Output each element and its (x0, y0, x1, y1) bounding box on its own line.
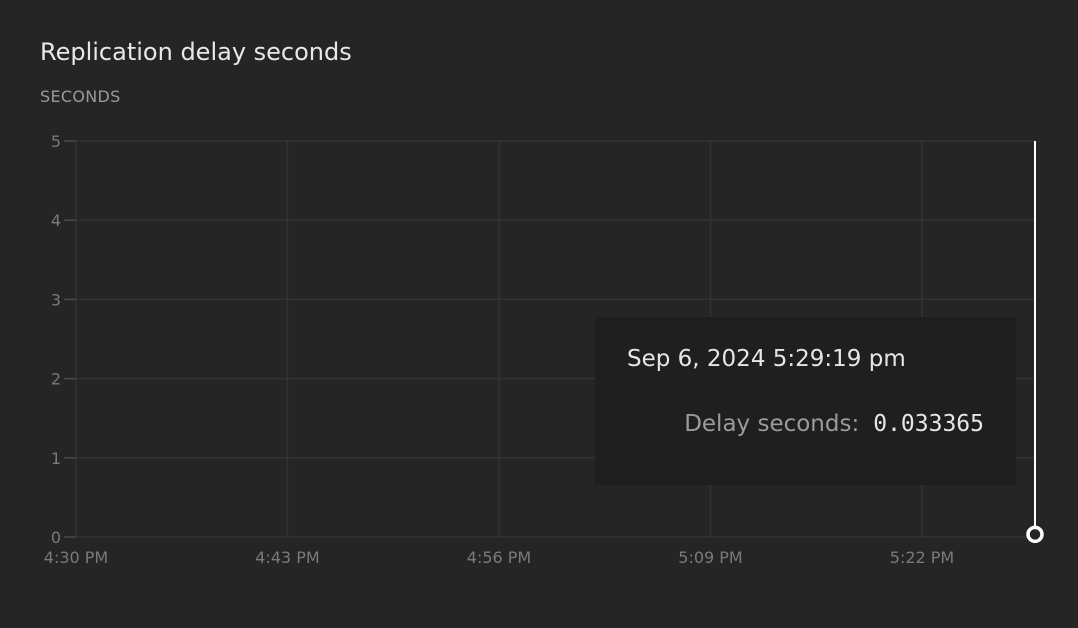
hover-tooltip: Sep 6, 2024 5:29:19 pm Delay seconds: 0.0… (595, 317, 1016, 485)
x-tick-label: 4:30 PM (44, 548, 108, 567)
y-tick-label: 4 (51, 211, 61, 230)
y-tick-label: 0 (51, 528, 61, 547)
y-tick-label: 5 (51, 132, 61, 151)
x-tick-label: 5:22 PM (890, 548, 954, 567)
y-tick-label: 1 (51, 449, 61, 468)
tooltip-row: Delay seconds: 0.033365 (684, 410, 984, 437)
y-tick-label: 3 (51, 290, 61, 309)
chart-panel: Replication delay seconds SECONDS 012345… (0, 0, 1078, 628)
x-tick-label: 4:56 PM (467, 548, 531, 567)
x-tick-label: 4:43 PM (255, 548, 319, 567)
tooltip-series-value: 0.033365 (873, 411, 984, 437)
tooltip-timestamp: Sep 6, 2024 5:29:19 pm (627, 346, 906, 372)
chart-plot[interactable]: 0 1 2 3 4 5 4:30 PM 4:43 PM 4:56 PM 5:09 PM 5:22 P… (0, 0, 1078, 628)
tooltip-series-label: Delay seconds: (684, 411, 860, 437)
data-point[interactable] (1026, 525, 1044, 544)
x-tick-label: 5:09 PM (678, 548, 742, 567)
y-tick-label: 2 (51, 370, 61, 389)
